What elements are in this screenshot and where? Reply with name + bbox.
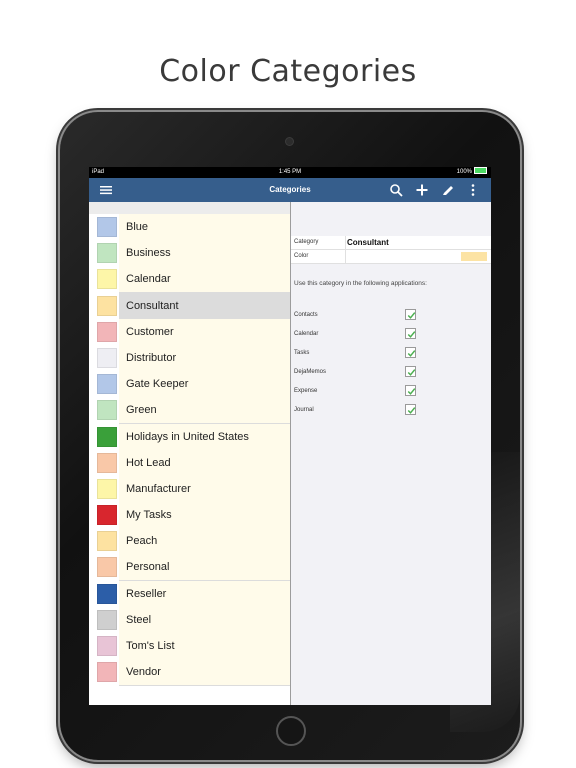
category-name: Gate Keeper	[119, 371, 290, 399]
battery-text: 100%	[456, 169, 472, 175]
category-name: Holidays in United States	[119, 423, 290, 451]
home-button[interactable]	[276, 716, 306, 746]
color-swatch[interactable]	[461, 252, 487, 261]
list-item[interactable]: Distributor	[89, 344, 290, 372]
category-name: Peach	[119, 528, 290, 556]
headline: Color Categories	[159, 54, 417, 89]
list-item[interactable]: Customer	[89, 318, 290, 346]
search-icon[interactable]	[389, 183, 403, 197]
color-field[interactable]: Color	[291, 250, 491, 264]
category-name: Green	[119, 397, 290, 425]
category-name: Manufacturer	[119, 475, 290, 503]
battery-indicator: 100%	[457, 167, 487, 178]
color-swatch	[97, 452, 117, 473]
status-time: 1:45 PM	[278, 169, 302, 175]
category-name: Calendar	[119, 266, 290, 294]
category-name: Personal	[119, 554, 290, 582]
application-checkbox[interactable]	[405, 309, 416, 320]
battery-icon	[474, 167, 487, 174]
application-checkbox[interactable]	[405, 404, 416, 415]
list-item[interactable]: Reseller	[89, 580, 290, 608]
application-name: Journal	[294, 407, 314, 413]
applications-caption: Use this category in the following appli…	[294, 280, 427, 287]
category-name: Steel	[119, 606, 290, 634]
color-swatch	[97, 557, 117, 578]
color-swatch	[97, 478, 117, 499]
list-item[interactable]: Peach	[89, 528, 290, 556]
color-swatch	[97, 374, 117, 395]
application-row: DejaMemos	[294, 365, 484, 379]
category-name: Reseller	[119, 580, 290, 608]
application-name: Tasks	[294, 350, 310, 356]
list-item[interactable]: Personal	[89, 554, 290, 582]
category-field[interactable]: Category Consultant	[291, 236, 491, 250]
category-name: Distributor	[119, 344, 290, 372]
color-swatch	[97, 321, 117, 342]
list-item[interactable]: Consultant	[89, 292, 290, 320]
application-name: Calendar	[294, 331, 319, 337]
category-name: Hot Lead	[119, 449, 290, 477]
category-name: Consultant	[119, 292, 290, 320]
list-item[interactable]: Holidays in United States	[89, 423, 290, 451]
application-name: Contacts	[294, 312, 318, 318]
list-item[interactable]: Hot Lead	[89, 449, 290, 477]
color-swatch	[97, 243, 117, 264]
color-swatch	[97, 426, 117, 447]
color-swatch	[97, 217, 117, 237]
category-name: Vendor	[119, 659, 290, 687]
application-row: Calendar	[294, 327, 484, 341]
color-swatch	[97, 347, 117, 368]
application-row: Expense	[294, 384, 484, 398]
color-swatch	[97, 531, 117, 552]
category-label: Category	[294, 239, 319, 245]
category-name: My Tasks	[119, 502, 290, 530]
list-item[interactable]: Vendor	[89, 659, 290, 687]
application-name: DejaMemos	[294, 369, 327, 375]
color-swatch	[97, 662, 117, 683]
color-swatch	[97, 295, 117, 316]
application-name: Expense	[294, 388, 318, 394]
list-item[interactable]: My Tasks	[89, 502, 290, 530]
category-list: Blue Business Calendar Consultant Customer Di…	[89, 202, 291, 705]
category-name: Customer	[119, 318, 290, 346]
list-item[interactable]: Gate Keeper	[89, 371, 290, 399]
screen: iPad 1:45 PM 100% Categories Blue Busine…	[89, 167, 491, 705]
application-checkbox[interactable]	[405, 328, 416, 339]
status-bar: iPad 1:45 PM 100%	[89, 167, 491, 178]
list-item[interactable]: Blue	[89, 214, 290, 241]
ipad-frame: iPad 1:45 PM 100% Categories Blue Busine…	[60, 112, 520, 760]
application-row: Contacts	[294, 308, 484, 322]
application-checkbox[interactable]	[405, 347, 416, 358]
list-header-gap	[89, 202, 290, 214]
color-swatch	[97, 400, 117, 421]
category-name: Tom's List	[119, 633, 290, 660]
application-checkbox[interactable]	[405, 385, 416, 396]
navigation-bar: Categories	[89, 178, 491, 202]
list-item[interactable]: Green	[89, 397, 290, 425]
color-swatch	[97, 609, 117, 630]
category-name: Blue	[119, 214, 290, 241]
color-swatch	[97, 583, 117, 604]
category-detail: Category Consultant Color Use this categ…	[291, 202, 491, 705]
list-item[interactable]: Manufacturer	[89, 475, 290, 503]
application-row: Journal	[294, 403, 484, 417]
camera	[286, 138, 293, 145]
color-swatch	[97, 505, 117, 526]
color-swatch	[97, 269, 117, 290]
plus-icon[interactable]	[415, 183, 429, 197]
pencil-icon[interactable]	[441, 183, 455, 197]
list-item[interactable]: Business	[89, 240, 290, 268]
page-title: Categories	[269, 185, 311, 194]
category-name: Business	[119, 240, 290, 268]
list-item[interactable]: Calendar	[89, 266, 290, 294]
application-row: Tasks	[294, 346, 484, 360]
list-item[interactable]: Steel	[89, 606, 290, 634]
color-swatch	[97, 636, 117, 656]
category-value: Consultant	[345, 236, 389, 249]
more-vertical-icon[interactable]	[466, 183, 480, 197]
application-checkbox[interactable]	[405, 366, 416, 377]
color-label: Color	[294, 253, 309, 259]
list-item[interactable]: Tom's List	[89, 633, 290, 660]
